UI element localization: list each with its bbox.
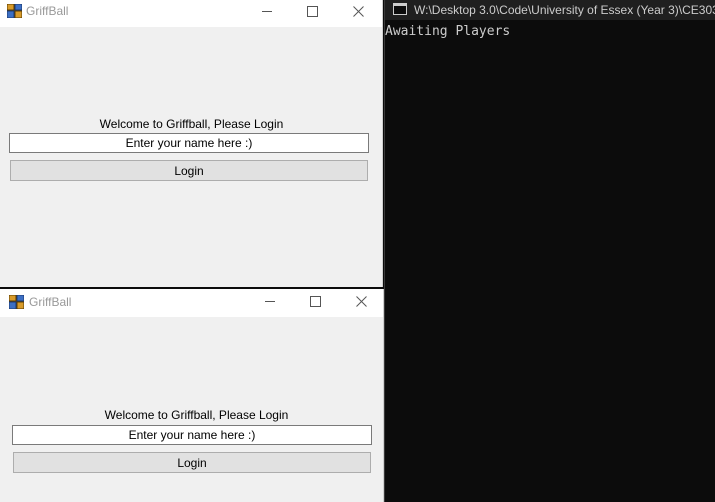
welcome-label: Welcome to Griffball, Please Login — [104, 408, 289, 422]
console-title: W:\Desktop 3.0\Code\University of Essex … — [414, 3, 715, 17]
app-icon — [9, 295, 24, 309]
login-button-label: Login — [177, 455, 207, 470]
login-button[interactable]: Login — [13, 452, 371, 473]
name-input[interactable] — [12, 425, 372, 445]
console-window: W:\Desktop 3.0\Code\University of Essex … — [384, 0, 715, 502]
welcome-label: Welcome to Griffball, Please Login — [99, 117, 284, 131]
login-button-label: Login — [174, 163, 204, 178]
minimize-button[interactable] — [247, 290, 293, 312]
console-title-bar[interactable]: W:\Desktop 3.0\Code\University of Essex … — [385, 0, 715, 20]
minimize-icon — [265, 301, 275, 302]
title-bar[interactable]: GriffBall — [0, 289, 383, 317]
window-title: GriffBall — [29, 295, 72, 309]
maximize-button[interactable] — [289, 0, 335, 22]
close-button[interactable] — [335, 0, 381, 22]
console-output: Awaiting Players — [385, 24, 511, 39]
console-icon — [393, 3, 407, 15]
app-icon — [7, 4, 22, 18]
maximize-button[interactable] — [292, 290, 338, 312]
window-title: GriffBall — [26, 4, 69, 18]
griffball-window-bottom: GriffBall Welcome to Griffball, Please L… — [0, 289, 384, 502]
close-button[interactable] — [338, 290, 383, 312]
close-icon — [355, 295, 367, 307]
login-button[interactable]: Login — [10, 160, 368, 181]
griffball-window-top: GriffBall Welcome to Griffball, Please L… — [0, 0, 383, 287]
minimize-button[interactable] — [244, 0, 290, 22]
maximize-icon — [309, 295, 321, 307]
title-bar[interactable]: GriffBall — [0, 0, 382, 27]
close-icon — [352, 5, 364, 17]
minimize-icon — [262, 11, 272, 12]
name-input[interactable] — [9, 133, 369, 153]
maximize-icon — [306, 5, 318, 17]
